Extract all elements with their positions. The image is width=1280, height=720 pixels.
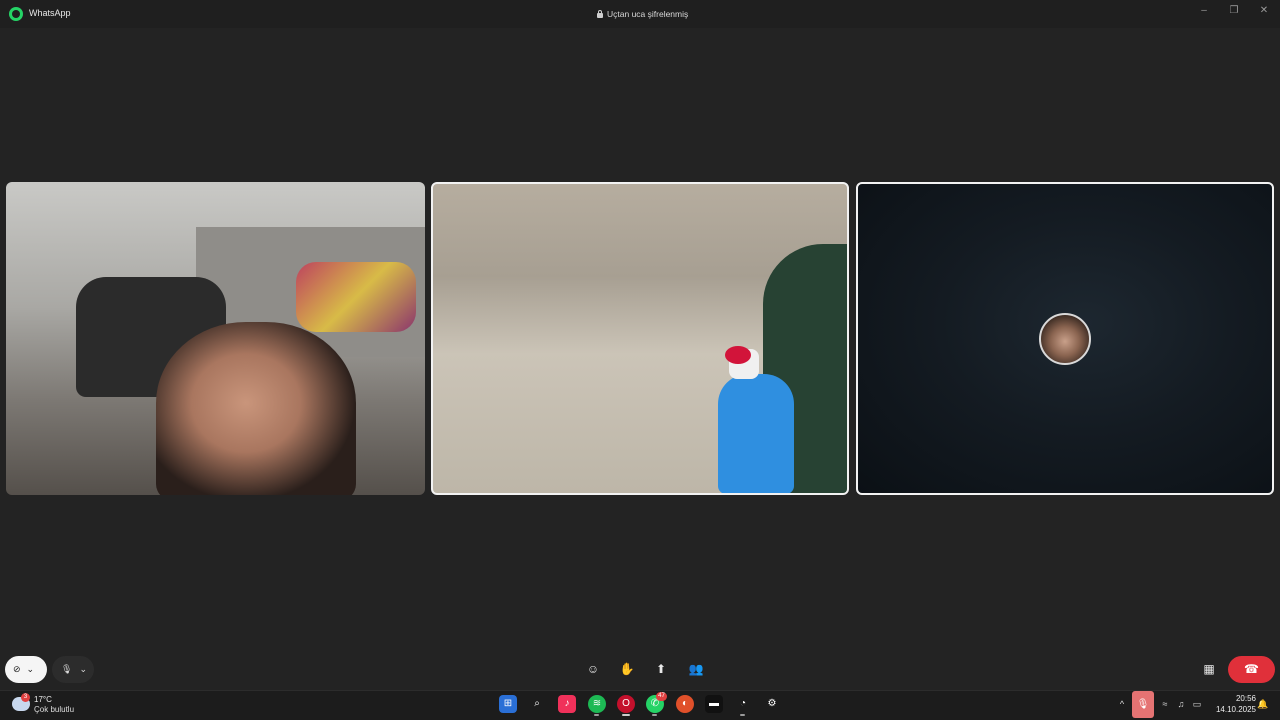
search-icon[interactable]: ⌕ — [528, 695, 546, 713]
restore-icon[interactable]: ❐ — [1227, 5, 1241, 17]
app-name: WhatsApp — [29, 8, 71, 18]
weather-badge: 3 — [21, 693, 30, 702]
whatsapp-logo-icon — [9, 7, 23, 21]
whatsapp-badge: 47 — [656, 692, 667, 701]
close-icon[interactable]: ✕ — [1257, 5, 1271, 17]
grid-layout-icon[interactable]: ▦ — [1200, 660, 1218, 678]
minimize-icon[interactable]: – — [1197, 5, 1211, 17]
weather-temp[interactable]: 17°C — [34, 695, 52, 704]
participants-icon[interactable]: 👥 — [687, 660, 705, 678]
encryption-notice: Uçtan uca şifrelenmiş — [597, 9, 688, 19]
tray-overflow-icon[interactable]: ^ — [1115, 697, 1129, 711]
clock-time[interactable]: 20:56 — [1226, 694, 1256, 703]
volume-icon[interactable]: ♫ — [1174, 697, 1188, 711]
spotify-icon[interactable]: ≋ — [588, 695, 606, 713]
app-icon-2[interactable]: ◔ — [734, 695, 752, 713]
call-control-bar — [0, 648, 1280, 690]
microphone-icon: 🎙 — [61, 664, 73, 674]
participant-avatar — [1039, 313, 1091, 365]
encryption-label: Uçtan uca şifrelenmiş — [607, 9, 689, 19]
clock-date[interactable]: 14.10.2025 — [1210, 705, 1256, 714]
tray-microphone-icon[interactable]: 🎙 — [1132, 691, 1154, 718]
music-icon[interactable]: ♪ — [558, 695, 576, 713]
hang-up-icon: ☎ — [1244, 662, 1259, 676]
wifi-icon[interactable]: ≈ — [1158, 697, 1172, 711]
background-bottle-top — [725, 346, 751, 364]
app-icon[interactable]: ◐ — [676, 695, 694, 713]
running-indicator — [594, 714, 599, 716]
lock-icon — [597, 9, 603, 18]
microphone-toggle-button[interactable]: 🎙 ⌄ — [52, 656, 94, 683]
participant-person — [156, 322, 356, 495]
participant-video-tile-2[interactable] — [431, 182, 849, 495]
emoji-icon[interactable]: ☺ — [584, 660, 602, 678]
weather-desc[interactable]: Çok bulutlu — [34, 705, 74, 714]
background-bottle — [718, 374, 794, 493]
camera-toggle-button[interactable]: ⊘ ⌄ — [5, 656, 47, 683]
running-indicator — [652, 714, 657, 716]
settings-icon[interactable]: ⚙ — [763, 695, 781, 713]
terminal-icon[interactable]: ▬ — [705, 695, 723, 713]
running-indicator — [622, 714, 630, 716]
end-call-button[interactable]: ☎ — [1228, 656, 1275, 683]
notification-icon[interactable]: 🔔 — [1256, 697, 1270, 711]
taskbar — [0, 690, 1280, 720]
start-icon[interactable]: ⊞ — [499, 695, 517, 713]
participant-video-tile-1[interactable] — [6, 182, 425, 495]
background-cloth — [296, 262, 416, 332]
chevron-down-icon[interactable]: ⌄ — [79, 664, 87, 675]
battery-icon[interactable]: ▭ — [1190, 697, 1204, 711]
opera-icon[interactable]: O — [617, 695, 635, 713]
title-bar: WhatsApp Uçtan uca şifrelenmiş – ❐ ✕ — [0, 0, 1280, 28]
share-screen-icon[interactable]: ⬆ — [652, 660, 670, 678]
running-indicator — [740, 714, 745, 716]
chevron-down-icon[interactable]: ⌄ — [27, 664, 35, 675]
camera-off-icon: ⊘ — [13, 664, 21, 674]
raise-hand-icon[interactable]: ✋ — [618, 660, 636, 678]
